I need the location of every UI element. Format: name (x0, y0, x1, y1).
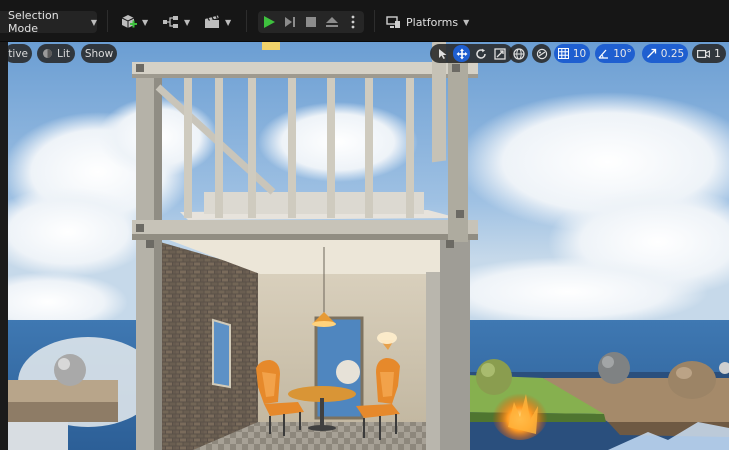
grid-snap-value: 10 (572, 47, 587, 60)
world-space-toggle[interactable] (509, 44, 528, 63)
surface-snap-icon (536, 48, 547, 59)
step-icon (284, 17, 295, 27)
add-content-button[interactable]: ▼ (120, 11, 148, 33)
play-controls (258, 11, 364, 33)
eject-icon (325, 17, 338, 27)
level-viewport[interactable]: tive Lit Show 10 10° 0.25 1 (8, 42, 729, 450)
more-options-icon (351, 15, 354, 29)
chevron-down-icon: ▼ (90, 17, 97, 27)
blueprints-button[interactable]: ▼ (162, 11, 190, 33)
play-button[interactable] (258, 11, 279, 33)
platforms-icon (386, 15, 400, 28)
scale-snap-button[interactable]: 0.25 (642, 44, 688, 63)
scale-icon (494, 47, 507, 60)
camera-speed-value: 1 (714, 47, 721, 60)
step-button[interactable] (279, 11, 300, 33)
main-toolbar: Selection Mode ▼ ▼ ▼ ▼ Platforms ▼ (0, 0, 729, 42)
stop-icon (305, 17, 316, 27)
toolbar-divider (107, 10, 108, 32)
toolbar-divider (374, 10, 375, 32)
camera-speed-button[interactable]: 1 (692, 44, 726, 63)
viewport-scene (8, 42, 729, 450)
lit-mode-button[interactable]: Lit (37, 44, 75, 63)
select-tool[interactable] (434, 45, 451, 62)
scale-tool[interactable] (492, 45, 509, 62)
lit-sphere-icon (43, 49, 53, 58)
rotation-snap-button[interactable]: 10° (595, 44, 635, 63)
cinematics-icon (205, 15, 219, 28)
eject-button[interactable] (321, 11, 342, 33)
scale-snap-icon (646, 48, 656, 58)
lit-label: Lit (57, 47, 70, 60)
show-flags-button[interactable]: Show (81, 44, 117, 63)
translate-icon (456, 48, 468, 59)
rotation-snap-value: 10° (613, 47, 632, 60)
selection-mode-dropdown[interactable]: Selection Mode ▼ (0, 9, 97, 35)
grid-snap-icon (557, 48, 569, 59)
blueprint-icon (163, 16, 178, 28)
add-content-icon (121, 15, 137, 28)
play-icon (263, 16, 275, 28)
panel-edge (0, 42, 8, 450)
selection-mode-label: Selection Mode (8, 9, 59, 35)
scale-snap-value: 0.25 (660, 47, 685, 60)
surface-snapping-toggle[interactable] (532, 44, 551, 63)
chevron-down-icon: ▼ (184, 17, 191, 27)
rotate-tool[interactable] (473, 45, 490, 62)
grid-snap-button[interactable]: 10 (554, 44, 590, 63)
rotation-snap-icon (598, 49, 609, 59)
select-icon (438, 48, 447, 59)
show-label: Show (84, 47, 114, 60)
view-mode-label: tive (8, 47, 28, 60)
transform-tools (430, 44, 513, 63)
stop-button[interactable] (300, 11, 321, 33)
translate-tool[interactable] (453, 45, 471, 62)
viewport-toolbar: tive Lit Show 10 10° 0.25 1 (8, 42, 729, 66)
platforms-label: Platforms (406, 15, 459, 29)
chevron-down-icon: ▼ (225, 17, 232, 27)
rotate-icon (476, 48, 486, 59)
chevron-down-icon: ▼ (463, 17, 470, 27)
cinematics-button[interactable]: ▼ (203, 11, 231, 33)
toolbar-divider (246, 10, 247, 32)
view-mode-button[interactable]: tive (8, 44, 32, 63)
chevron-down-icon: ▼ (142, 17, 149, 27)
platforms-dropdown[interactable]: Platforms ▼ (386, 11, 469, 33)
world-space-icon (512, 47, 525, 60)
camera-speed-icon (697, 49, 711, 58)
more-options-button[interactable] (342, 11, 363, 33)
